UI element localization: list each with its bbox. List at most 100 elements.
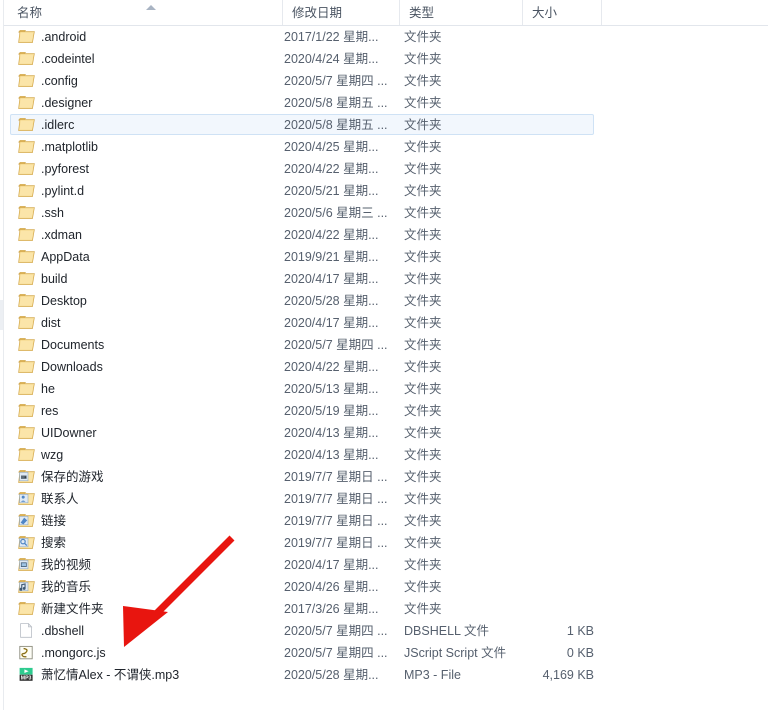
table-row[interactable]: .xdman 2020/4/22 星期... 文件夹 (4, 224, 764, 246)
cell-size (504, 180, 594, 202)
left-rail-scroll-tick[interactable] (0, 300, 3, 330)
table-row[interactable]: Documents 2020/5/7 星期四 ... 文件夹 (4, 334, 764, 356)
file-name-label: .ssh (41, 206, 64, 220)
cell-size (504, 400, 594, 422)
table-row[interactable]: .designer 2020/5/8 星期五 ... 文件夹 (4, 92, 764, 114)
table-row[interactable]: .idlerc 2020/5/8 星期五 ... 文件夹 (4, 114, 764, 136)
cell-date-modified: 2020/5/7 星期四 ... (284, 646, 388, 660)
table-row[interactable]: .pylint.d 2020/5/21 星期... 文件夹 (4, 180, 764, 202)
column-header-bar: 名称 修改日期 类型 大小 (4, 0, 768, 26)
cell-date-modified: 2019/9/21 星期... (284, 250, 379, 264)
column-header-type[interactable]: 类型 (399, 0, 522, 25)
file-name-label: 我的音乐 (41, 580, 92, 594)
cell-name[interactable]: Desktop (18, 290, 280, 312)
table-row[interactable]: .mongorc.js 2020/5/7 星期四 ... JScript Scrip… (4, 642, 764, 664)
cell-name[interactable]: Documents (18, 334, 280, 356)
table-row[interactable]: wzg 2020/4/13 星期... 文件夹 (4, 444, 764, 466)
music-folder-icon (18, 579, 35, 594)
cell-date-modified: 2020/5/7 星期四 ... (284, 624, 388, 638)
cell-name[interactable]: 链接 (18, 510, 280, 532)
table-row[interactable]: .pyforest 2020/4/22 星期... 文件夹 (4, 158, 764, 180)
folder-icon (18, 315, 35, 330)
table-row[interactable]: Downloads 2020/4/22 星期... 文件夹 (4, 356, 764, 378)
cell-name[interactable]: dist (18, 312, 280, 334)
folder-icon (18, 293, 35, 308)
file-name-label: 联系人 (41, 492, 79, 506)
table-row[interactable]: 保存的游戏 2019/7/7 星期日 ... 文件夹 (4, 466, 764, 488)
cell-size (504, 246, 594, 268)
cell-name[interactable]: .dbshell (18, 620, 280, 642)
cell-date-modified: 2019/7/7 星期日 ... (284, 536, 388, 550)
cell-size (504, 488, 594, 510)
cell-name[interactable]: wzg (18, 444, 280, 466)
file-name-label: 萧忆情Alex - 不谓侠.mp3 (41, 668, 180, 682)
cell-name[interactable]: UIDowner (18, 422, 280, 444)
cell-date-modified: 2020/5/19 星期... (284, 404, 379, 418)
cell-name[interactable]: 我的音乐 (18, 576, 280, 598)
table-row[interactable]: 联系人 2019/7/7 星期日 ... 文件夹 (4, 488, 764, 510)
column-header-date-modified[interactable]: 修改日期 (282, 0, 399, 25)
cell-name[interactable]: AppData (18, 246, 280, 268)
table-row[interactable]: Desktop 2020/5/28 星期... 文件夹 (4, 290, 764, 312)
cell-name[interactable]: .idlerc (18, 114, 280, 136)
cell-name[interactable]: .matplotlib (18, 136, 280, 158)
cell-name[interactable]: res (18, 400, 280, 422)
table-row[interactable]: 新建文件夹 2017/3/26 星期... 文件夹 (4, 598, 764, 620)
table-row[interactable]: .ssh 2020/5/6 星期三 ... 文件夹 (4, 202, 764, 224)
cell-name[interactable]: .pyforest (18, 158, 280, 180)
file-name-label: wzg (41, 448, 64, 462)
table-row[interactable]: 我的视频 2020/4/17 星期... 文件夹 (4, 554, 764, 576)
cell-name[interactable]: .ssh (18, 202, 280, 224)
table-row[interactable]: dist 2020/4/17 星期... 文件夹 (4, 312, 764, 334)
cell-name[interactable]: .designer (18, 92, 280, 114)
table-row[interactable]: 链接 2019/7/7 星期日 ... 文件夹 (4, 510, 764, 532)
column-header-size[interactable]: 大小 (522, 0, 602, 25)
file-name-label: 新建文件夹 (41, 602, 104, 616)
table-row[interactable]: 搜索 2019/7/7 星期日 ... 文件夹 (4, 532, 764, 554)
table-row[interactable]: .matplotlib 2020/4/25 星期... 文件夹 (4, 136, 764, 158)
table-row[interactable]: AppData 2019/9/21 星期... 文件夹 (4, 246, 764, 268)
cell-size (504, 92, 594, 114)
cell-size (504, 510, 594, 532)
cell-name[interactable]: .xdman (18, 224, 280, 246)
file-name-label: Documents (41, 338, 105, 352)
cell-date-modified: 2020/4/22 星期... (284, 360, 379, 374)
cell-name[interactable]: 保存的游戏 (18, 466, 280, 488)
cell-date-modified: 2020/4/13 星期... (284, 426, 379, 440)
folder-icon (18, 601, 35, 616)
cell-name[interactable]: build (18, 268, 280, 290)
file-list[interactable]: .android 2017/1/22 星期... 文件夹 .codeintel 2020… (4, 26, 768, 686)
cell-name[interactable]: 搜索 (18, 532, 280, 554)
folder-icon (18, 161, 35, 176)
cell-name[interactable]: 新建文件夹 (18, 598, 280, 620)
cell-size (504, 356, 594, 378)
cell-name[interactable]: 我的视频 (18, 554, 280, 576)
cell-name[interactable]: he (18, 378, 280, 400)
table-row[interactable]: MP3 萧忆情Alex - 不谓侠.mp3 2020/5/28 星期... MP3 -… (4, 664, 764, 686)
cell-size (504, 26, 594, 48)
cell-name[interactable]: Downloads (18, 356, 280, 378)
cell-name[interactable]: .codeintel (18, 48, 280, 70)
table-row[interactable]: he 2020/5/13 星期... 文件夹 (4, 378, 764, 400)
cell-size (504, 444, 594, 466)
table-row[interactable]: UIDowner 2020/4/13 星期... 文件夹 (4, 422, 764, 444)
table-row[interactable]: .android 2017/1/22 星期... 文件夹 (4, 26, 764, 48)
cell-size (504, 158, 594, 180)
column-header-name[interactable]: 名称 (8, 0, 282, 25)
cell-name[interactable]: .pylint.d (18, 180, 280, 202)
table-row[interactable]: .codeintel 2020/4/24 星期... 文件夹 (4, 48, 764, 70)
cell-name[interactable]: .android (18, 26, 280, 48)
file-name-label: .designer (41, 96, 93, 110)
cell-name[interactable]: 联系人 (18, 488, 280, 510)
file-name-label: Downloads (41, 360, 103, 374)
table-row[interactable]: 我的音乐 2020/4/26 星期... 文件夹 (4, 576, 764, 598)
table-row[interactable]: .dbshell 2020/5/7 星期四 ... DBSHELL 文件 1 KB (4, 620, 764, 642)
table-row[interactable]: .config 2020/5/7 星期四 ... 文件夹 (4, 70, 764, 92)
table-row[interactable]: res 2020/5/19 星期... 文件夹 (4, 400, 764, 422)
folder-icon (18, 447, 35, 462)
cell-name[interactable]: .mongorc.js (18, 642, 280, 664)
cell-name[interactable]: MP3 萧忆情Alex - 不谓侠.mp3 (18, 664, 280, 686)
cell-date-modified: 2020/5/7 星期四 ... (284, 74, 388, 88)
cell-name[interactable]: .config (18, 70, 280, 92)
table-row[interactable]: build 2020/4/17 星期... 文件夹 (4, 268, 764, 290)
